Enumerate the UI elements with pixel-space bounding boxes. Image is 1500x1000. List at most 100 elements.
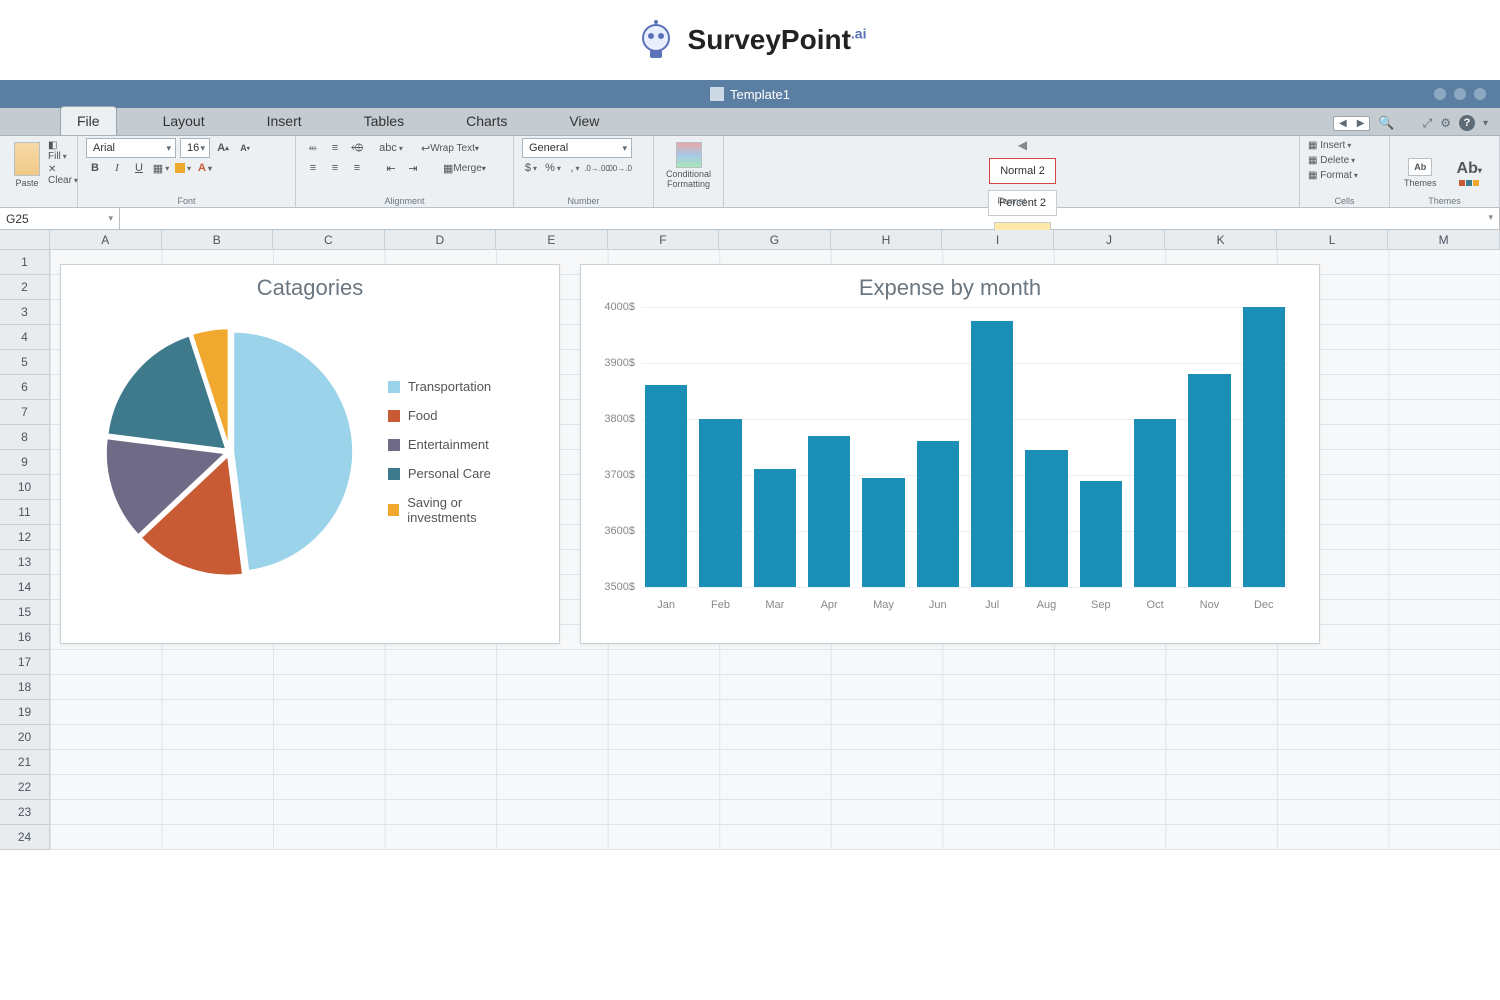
fill-color-button[interactable]	[174, 160, 192, 176]
cells-insert-button[interactable]: ▦ Insert	[1308, 140, 1381, 151]
cell-address-box[interactable]: G25	[0, 208, 120, 229]
row-header[interactable]: 17	[0, 650, 50, 675]
menu-tab-file[interactable]: File	[60, 106, 117, 135]
font-name-select[interactable]: Arial	[86, 138, 176, 158]
number-format-select[interactable]: General	[522, 138, 632, 158]
themes-button[interactable]: AbThemes	[1398, 154, 1443, 192]
conditional-formatting-button[interactable]: Conditional Formatting	[660, 138, 717, 194]
menu-tab-insert[interactable]: Insert	[251, 107, 318, 135]
menu-tab-charts[interactable]: Charts	[450, 107, 523, 135]
row-cells[interactable]	[50, 750, 1500, 775]
row-cells[interactable]	[50, 650, 1500, 675]
row-header[interactable]: 2	[0, 275, 50, 300]
row-cells[interactable]	[50, 725, 1500, 750]
row-header[interactable]: 12	[0, 525, 50, 550]
row-cells[interactable]	[50, 675, 1500, 700]
font-size-select[interactable]: 16	[180, 138, 210, 158]
row-header[interactable]: 11	[0, 500, 50, 525]
row-header[interactable]: 3	[0, 300, 50, 325]
column-header[interactable]: B	[162, 230, 274, 249]
cells-delete-button[interactable]: ▦ Delete	[1308, 155, 1381, 166]
menu-tab-tables[interactable]: Tables	[348, 107, 420, 135]
window-dot[interactable]	[1474, 88, 1486, 100]
italic-button[interactable]: I	[108, 160, 126, 176]
spreadsheet-grid[interactable]: ABCDEFGHIJKLM 12345678910111213141516171…	[0, 230, 1500, 850]
row-cells[interactable]	[50, 800, 1500, 825]
column-header[interactable]: C	[273, 230, 385, 249]
row-cells[interactable]	[50, 775, 1500, 800]
merge-button[interactable]: ▦ Merge ▾	[438, 160, 491, 176]
orientation-button[interactable]: abc	[382, 140, 400, 156]
increase-font-icon[interactable]: A▴	[214, 140, 232, 156]
wrap-text-button[interactable]: ↩ Wrap Text ▾	[416, 140, 484, 156]
menu-tab-view[interactable]: View	[553, 107, 615, 135]
column-header[interactable]: I	[942, 230, 1054, 249]
row-header[interactable]: 13	[0, 550, 50, 575]
row-header[interactable]: 18	[0, 675, 50, 700]
style-normal2[interactable]: Normal 2	[989, 158, 1056, 184]
row-header[interactable]: 8	[0, 425, 50, 450]
percent-button[interactable]: %	[544, 160, 562, 176]
column-header[interactable]: H	[831, 230, 943, 249]
align-center-icon[interactable]: ≡	[326, 160, 344, 176]
window-dot[interactable]	[1434, 88, 1446, 100]
column-header[interactable]: A	[50, 230, 162, 249]
column-header[interactable]: M	[1388, 230, 1500, 249]
row-header[interactable]: 14	[0, 575, 50, 600]
row-header[interactable]: 23	[0, 800, 50, 825]
chevron-down-icon[interactable]: ▾	[1483, 118, 1488, 129]
row-header[interactable]: 21	[0, 750, 50, 775]
row-header[interactable]: 22	[0, 775, 50, 800]
row-header[interactable]: 4	[0, 325, 50, 350]
row-header[interactable]: 6	[0, 375, 50, 400]
fill-button[interactable]: ◧ Fill	[48, 140, 78, 162]
themes-aa-button[interactable]: Ab▾	[1451, 156, 1488, 190]
column-header[interactable]: J	[1054, 230, 1166, 249]
underline-button[interactable]: U	[130, 160, 148, 176]
indent-left-icon[interactable]: ⇤	[382, 160, 400, 176]
row-header[interactable]: 24	[0, 825, 50, 850]
column-header[interactable]: F	[608, 230, 720, 249]
help-icon[interactable]: ?	[1459, 115, 1475, 131]
border-button[interactable]: ▦	[152, 160, 170, 176]
row-header[interactable]: 15	[0, 600, 50, 625]
row-header[interactable]: 5	[0, 350, 50, 375]
row-header[interactable]: 1	[0, 250, 50, 275]
paste-button[interactable]: Paste	[8, 138, 46, 192]
style-nav-left[interactable]: ◀	[1018, 138, 1027, 152]
select-all-corner[interactable]	[0, 230, 50, 249]
align-left-icon[interactable]: ≡	[304, 160, 322, 176]
align-right-icon[interactable]: ≡	[348, 160, 366, 176]
row-cells[interactable]	[50, 700, 1500, 725]
menu-tab-layout[interactable]: Layout	[147, 107, 221, 135]
nav-arrows[interactable]: ◀▶	[1333, 116, 1370, 131]
font-color-button[interactable]: A	[196, 160, 214, 176]
column-header[interactable]: K	[1165, 230, 1277, 249]
bar-chart[interactable]: Expense by month 3500$3600$3700$3800$390…	[580, 264, 1320, 644]
row-header[interactable]: 16	[0, 625, 50, 650]
comma-button[interactable]: ,	[566, 160, 584, 176]
bold-button[interactable]: B	[86, 160, 104, 176]
align-bottom-icon[interactable]: ⬲	[348, 140, 366, 156]
clear-button[interactable]: ✕ Clear	[48, 164, 78, 186]
expand-icon[interactable]: ⤢	[1423, 116, 1433, 131]
increase-decimal-icon[interactable]: .0→.00	[588, 160, 606, 176]
row-cells[interactable]	[50, 825, 1500, 850]
currency-button[interactable]: $	[522, 160, 540, 176]
decrease-font-icon[interactable]: A▾	[236, 140, 254, 156]
align-top-icon[interactable]: ⬴	[304, 140, 322, 156]
column-header[interactable]: G	[719, 230, 831, 249]
window-dot[interactable]	[1454, 88, 1466, 100]
column-header[interactable]: E	[496, 230, 608, 249]
search-icon[interactable]: 🔍	[1378, 115, 1394, 131]
row-header[interactable]: 10	[0, 475, 50, 500]
decrease-decimal-icon[interactable]: .00→.0	[610, 160, 628, 176]
indent-right-icon[interactable]: ⇥	[404, 160, 422, 176]
align-middle-icon[interactable]: ≡	[326, 140, 344, 156]
formula-input[interactable]	[120, 208, 1500, 229]
row-header[interactable]: 9	[0, 450, 50, 475]
cells-format-button[interactable]: ▦ Format	[1308, 170, 1381, 181]
row-header[interactable]: 20	[0, 725, 50, 750]
window-controls[interactable]	[1434, 88, 1486, 100]
pie-chart[interactable]: Catagories TransportationFoodEntertainme…	[60, 264, 560, 644]
